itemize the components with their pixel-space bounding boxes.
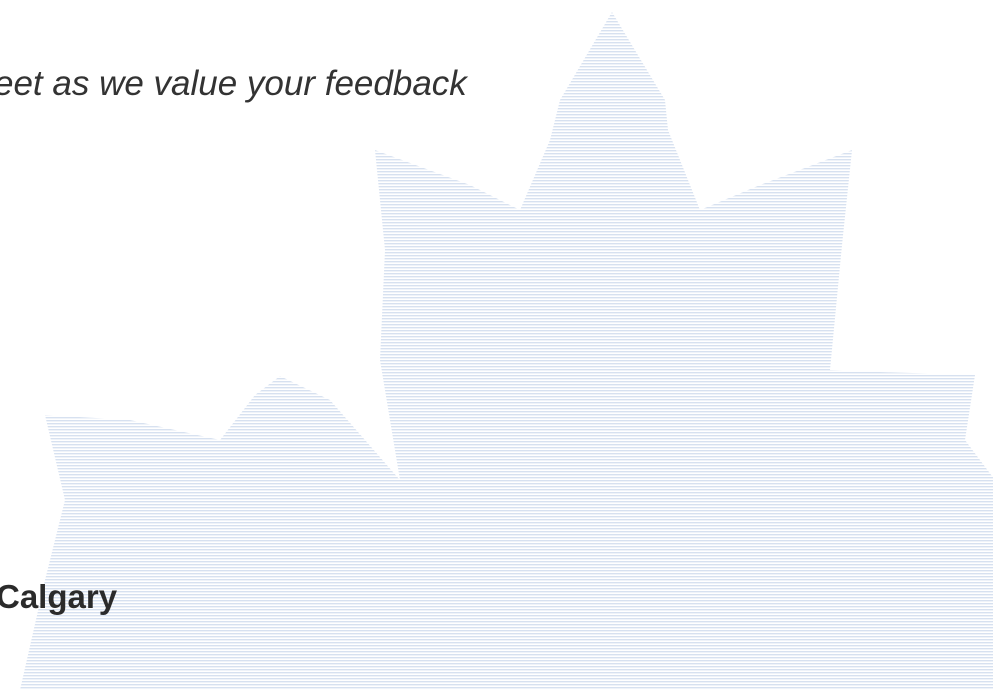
- city-label: Calgary: [0, 578, 118, 615]
- document-page: eet as we value your feedback Calgary: [0, 0, 993, 690]
- maple-leaf-icon: [20, 12, 993, 690]
- feedback-request-text: eet as we value your feedback: [0, 64, 467, 103]
